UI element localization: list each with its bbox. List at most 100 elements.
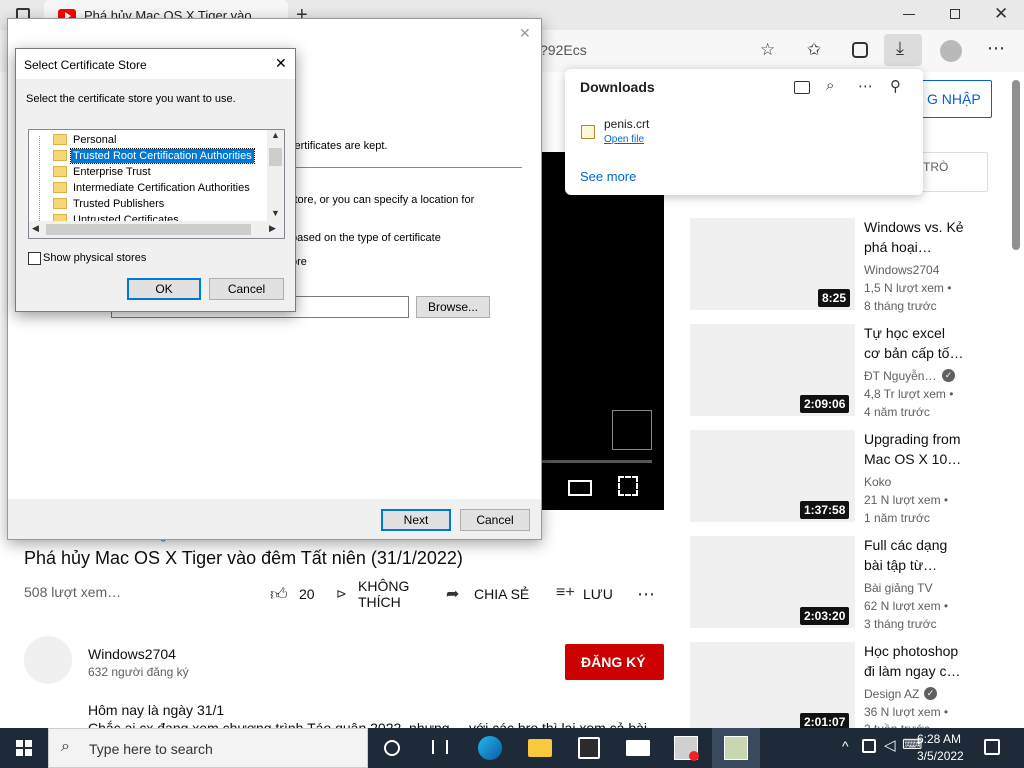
page-scrollbar[interactable]: [1012, 80, 1020, 250]
collections-icon[interactable]: [852, 42, 868, 58]
duration-badge: 2:03:20: [800, 607, 850, 625]
related-channel[interactable]: Design AZ: [864, 687, 919, 701]
folder-icon: [53, 182, 67, 193]
share-button[interactable]: ➦ CHIA SẺ: [446, 584, 536, 606]
browse-button[interactable]: Browse...: [416, 296, 490, 318]
related-channel[interactable]: Windows2704: [864, 263, 939, 277]
related-title[interactable]: Full các dạng: [864, 536, 947, 555]
related-title[interactable]: Upgrading from: [864, 430, 961, 449]
related-title-2[interactable]: đi làm ngay c…: [864, 662, 960, 681]
show-hidden-icons[interactable]: ^: [842, 738, 849, 754]
store-tree[interactable]: Personal Trusted Root Certification Auth…: [28, 129, 285, 239]
show-physical-checkbox[interactable]: [28, 252, 41, 265]
store-cancel-button[interactable]: Cancel: [209, 278, 284, 300]
dislike-label-2: THÍCH: [358, 594, 401, 610]
related-title[interactable]: Tự học excel: [864, 324, 945, 343]
duration-badge: 2:09:06: [800, 395, 850, 413]
vertical-scrollbar[interactable]: ▲ ▼: [267, 130, 284, 221]
tree-item-intermediate[interactable]: Intermediate Certification Authorities: [71, 181, 252, 195]
share-icon: ➦: [446, 586, 460, 603]
related-age: 1 năm trước: [864, 511, 930, 525]
save-button[interactable]: ≡+ LƯU: [556, 584, 618, 606]
playlist-add-icon: ≡+: [556, 584, 575, 601]
favorites-icon[interactable]: ✩: [807, 40, 821, 60]
related-channel[interactable]: ĐT Nguyễn…: [864, 369, 936, 383]
related-title-2[interactable]: phá hoại…: [864, 238, 932, 257]
fullscreen-icon[interactable]: [618, 476, 638, 496]
dialog-close-icon[interactable]: ✕: [275, 55, 287, 72]
downloads-title: Downloads: [580, 79, 655, 95]
save-label: LƯU: [583, 586, 613, 602]
next-button[interactable]: Next: [381, 509, 451, 531]
ok-button[interactable]: OK: [127, 278, 201, 300]
open-file-link[interactable]: Open file: [604, 134, 644, 145]
scroll-thumb[interactable]: [269, 148, 282, 166]
wizard-cancel-button[interactable]: Cancel: [460, 509, 530, 531]
channel-name[interactable]: Windows2704: [88, 646, 176, 662]
video-player[interactable]: [540, 152, 664, 510]
app-icon-2-active[interactable]: [712, 728, 760, 768]
more-icon[interactable]: ⋯: [987, 38, 1005, 59]
minimize-icon[interactable]: [903, 14, 915, 15]
verified-icon: ✓: [942, 369, 955, 382]
tree-item-trusted-publishers[interactable]: Trusted Publishers: [71, 197, 166, 211]
see-more-link[interactable]: See more: [580, 169, 636, 184]
related-title[interactable]: Windows vs. Kẻ: [864, 218, 964, 237]
like-button[interactable]: 👍︎ 20: [270, 584, 320, 606]
wizard-close-icon[interactable]: ✕: [519, 25, 531, 42]
scroll-right-icon[interactable]: ▶: [269, 223, 276, 234]
edge-icon[interactable]: [478, 736, 502, 760]
related-channel[interactable]: Bài giảng TV: [864, 581, 933, 595]
related-title[interactable]: Học photoshop: [864, 642, 958, 661]
clock-time[interactable]: 6:28 AM: [917, 732, 961, 746]
tree-item-trusted-root[interactable]: Trusted Root Certification Authorities: [70, 148, 255, 164]
dislike-button[interactable]: ⊳ KHÔNG THÍCH: [336, 578, 426, 610]
more-actions-icon[interactable]: ⋯: [637, 584, 655, 605]
related-channel[interactable]: Koko: [864, 475, 891, 489]
taskbar-search[interactable]: ⌕ Type here to search: [48, 728, 368, 768]
dialog-title: Select Certificate Store: [24, 58, 147, 72]
tree-item-personal[interactable]: Personal: [71, 133, 118, 147]
timeline-icon[interactable]: [432, 740, 448, 754]
store-icon[interactable]: [578, 737, 600, 759]
scroll-thumb-horizontal[interactable]: [46, 224, 251, 235]
volume-icon[interactable]: ◁: [884, 736, 896, 754]
profile-icon[interactable]: [940, 40, 962, 62]
scroll-up-icon[interactable]: ▲: [271, 130, 280, 140]
related-title-2[interactable]: Mac OS X 10…: [864, 450, 961, 469]
open-folder-icon[interactable]: [794, 81, 810, 94]
progress-bar[interactable]: [540, 460, 652, 463]
favorites-add-icon[interactable]: ☆: [760, 40, 775, 60]
notifications-icon[interactable]: [984, 739, 1000, 755]
pin-icon[interactable]: ⚲: [890, 77, 901, 95]
restore-icon[interactable]: [950, 9, 960, 19]
search-downloads-icon[interactable]: ⌕: [826, 77, 834, 94]
downloads-button[interactable]: ⤓: [884, 34, 922, 66]
related-title-2[interactable]: bài tập từ…: [864, 556, 937, 575]
task-view-icon[interactable]: [384, 740, 400, 756]
scroll-left-icon[interactable]: ◀: [32, 223, 39, 234]
app-icon-1[interactable]: [674, 736, 699, 761]
windows-logo-icon: [16, 740, 32, 756]
file-explorer-icon[interactable]: [528, 739, 552, 757]
folder-icon: [53, 150, 67, 161]
horizontal-scrollbar[interactable]: ◀ ▶: [29, 221, 284, 238]
related-title-2[interactable]: cơ bản cấp tố…: [864, 344, 963, 363]
description-line-1: Hôm nay là ngày 31/1: [88, 702, 225, 718]
wizard-text-kept: certificates are kept.: [289, 140, 388, 152]
more-options-icon[interactable]: ⋯: [858, 77, 873, 95]
clock-date[interactable]: 3/5/2022: [917, 749, 964, 763]
chip-label: TRÒ: [923, 160, 949, 174]
subscribe-button[interactable]: ĐĂNG KÝ: [565, 644, 664, 680]
channel-avatar[interactable]: [24, 636, 72, 684]
download-file-name[interactable]: penis.crt: [604, 117, 649, 131]
theater-mode-icon[interactable]: [568, 480, 592, 496]
close-icon[interactable]: ✕: [994, 4, 1008, 24]
network-icon[interactable]: [862, 739, 876, 753]
address-bar-url[interactable]: ?92Ecs: [540, 42, 587, 58]
tree-item-enterprise-trust[interactable]: Enterprise Trust: [71, 165, 153, 179]
scroll-down-icon[interactable]: ▼: [271, 208, 280, 218]
mail-icon[interactable]: [626, 740, 650, 756]
tree-item-untrusted[interactable]: Untrusted Certificates: [71, 213, 181, 221]
start-button[interactable]: [0, 728, 48, 768]
